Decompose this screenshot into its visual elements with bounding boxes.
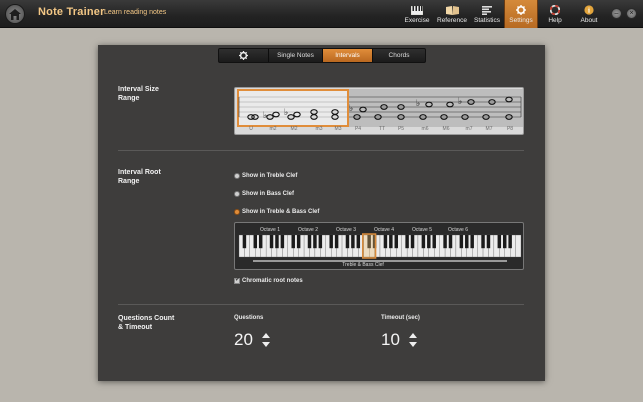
black-key[interactable] [459, 235, 464, 249]
lifebuoy-icon [550, 5, 560, 15]
radio-button[interactable] [234, 209, 240, 215]
questions-count-value[interactable]: 20 [234, 330, 253, 350]
nav-label: About [580, 17, 598, 24]
black-key[interactable] [307, 235, 312, 249]
info-icon: i [584, 5, 594, 15]
nav-exercise[interactable]: Exercise [400, 0, 434, 28]
black-key[interactable] [383, 235, 388, 249]
black-key[interactable] [497, 235, 502, 249]
black-key[interactable] [280, 235, 285, 249]
interval-root-label: Interval Root Range [118, 169, 161, 185]
minimize-button[interactable]: – [611, 8, 622, 19]
black-key[interactable] [356, 235, 361, 249]
black-key[interactable] [329, 235, 333, 249]
nav-reference[interactable]: Reference [435, 0, 469, 28]
svg-text:i: i [588, 7, 590, 15]
settings-tabs: Single Notes Intervals Chords [218, 48, 426, 63]
black-key[interactable] [486, 235, 491, 249]
timeout-label: Timeout (sec) [381, 315, 420, 321]
black-key[interactable] [313, 235, 317, 249]
black-key[interactable] [448, 235, 453, 249]
black-key[interactable] [242, 235, 247, 249]
svg-text:♭: ♭ [284, 108, 288, 118]
radio-button[interactable] [234, 191, 240, 197]
black-key[interactable] [334, 235, 339, 249]
black-key[interactable] [470, 235, 474, 249]
home-icon [9, 8, 21, 20]
timeout-stepper[interactable] [409, 333, 417, 347]
interval-names: U m2 M2 m3 M3 P4 TT P5 m6 M6 m7 M7 P8 [249, 126, 514, 132]
divider [118, 150, 524, 151]
radio-bass-clef[interactable]: Show in Bass Clef [234, 191, 294, 197]
book-icon [445, 6, 459, 15]
radio-treble-clef[interactable]: Show in Treble Clef [234, 173, 297, 179]
checkbox[interactable] [234, 276, 240, 284]
gear-icon [516, 5, 526, 15]
black-key[interactable] [291, 235, 295, 249]
black-key[interactable] [269, 235, 274, 249]
radio-button[interactable] [234, 173, 240, 179]
app-subtitle: Learn reading notes [104, 9, 167, 16]
chromatic-root-checkbox[interactable]: Chromatic root notes [234, 276, 303, 284]
black-key[interactable] [318, 235, 323, 249]
svg-text:♭: ♭ [458, 97, 462, 107]
black-key[interactable] [508, 235, 512, 249]
tab-chords[interactable]: Chords [373, 49, 425, 62]
nav-settings[interactable]: Settings [504, 0, 538, 28]
white-key[interactable] [515, 234, 522, 258]
black-key[interactable] [253, 235, 258, 249]
black-key[interactable] [258, 235, 263, 249]
piano-icon [411, 6, 423, 15]
nav-label: Exercise [404, 17, 430, 24]
black-key[interactable] [443, 235, 447, 249]
interval-size-label: Interval Size Range [118, 86, 159, 102]
nav-label: Settings [509, 17, 533, 24]
nav-help[interactable]: Help [538, 0, 572, 28]
nav-label: Help [548, 17, 562, 24]
black-key[interactable] [389, 235, 393, 249]
black-key[interactable] [351, 235, 355, 249]
tab-single-notes[interactable]: Single Notes [269, 49, 323, 62]
home-button[interactable] [5, 4, 25, 24]
black-key[interactable] [421, 235, 426, 249]
black-key[interactable] [345, 235, 350, 249]
black-key[interactable] [275, 235, 279, 249]
nav-label: Statistics [473, 17, 500, 24]
black-key[interactable] [502, 235, 507, 249]
app-title: Note Trainer [38, 6, 105, 18]
nav-label: Reference [437, 17, 467, 24]
root-range-handle[interactable] [361, 233, 377, 259]
black-key[interactable] [427, 235, 431, 249]
close-button[interactable]: × [626, 8, 637, 19]
divider [118, 304, 524, 305]
tab-intervals[interactable]: Intervals [323, 49, 373, 62]
svg-text:♭: ♭ [349, 104, 353, 114]
radio-treble-bass-clef[interactable]: Show in Treble & Bass Clef [234, 209, 319, 215]
black-key[interactable] [465, 235, 469, 249]
svg-text:♭: ♭ [416, 99, 420, 109]
questions-count-label: Questions [234, 315, 264, 321]
black-key[interactable] [481, 235, 485, 249]
black-key[interactable] [405, 235, 409, 249]
nav-about[interactable]: i About [572, 0, 606, 28]
questions-stepper[interactable] [262, 333, 270, 347]
svg-text:♭: ♭ [263, 111, 267, 121]
nav-statistics[interactable]: Statistics [470, 0, 504, 28]
tab-general[interactable] [219, 49, 269, 62]
black-key[interactable] [296, 235, 301, 249]
toolbar: Note Trainer Learn reading notes Exercis… [0, 0, 643, 28]
black-key[interactable] [410, 235, 415, 249]
black-key[interactable] [432, 235, 436, 249]
bars-icon [481, 6, 492, 15]
timeout-value[interactable]: 10 [381, 330, 400, 350]
questions-label: Questions Count & Timeout [118, 315, 175, 331]
clef-range-label: Treble & Bass Clef [342, 262, 384, 268]
gear-icon [239, 51, 248, 60]
black-key[interactable] [394, 235, 399, 249]
